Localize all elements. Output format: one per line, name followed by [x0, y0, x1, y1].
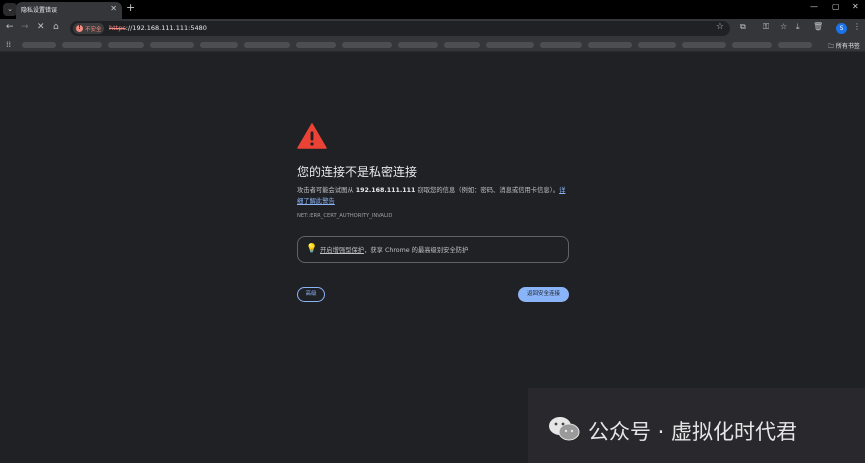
minimize-button[interactable]: —	[810, 2, 818, 11]
error-code: NET::ERR_CERT_AUTHORITY_INVALID	[297, 213, 393, 219]
bookmark-item[interactable]	[108, 42, 144, 48]
password-key-icon[interactable]: ⚿	[763, 22, 769, 32]
bookmark-item[interactable]	[244, 42, 290, 48]
enhanced-protection-text: 开启增强型保护，获享 Chrome 的最高级别安全防护	[320, 245, 468, 254]
menu-icon[interactable]: ⋮	[853, 22, 861, 31]
forward-icon[interactable]: →	[21, 22, 29, 32]
error-heading: 您的连接不是私密连接	[297, 165, 418, 179]
advanced-button[interactable]: 高级	[297, 287, 325, 302]
delete-icon[interactable]: 🗑	[813, 22, 823, 31]
maximize-button[interactable]: ▢	[832, 2, 840, 11]
tab-search-button[interactable]: ⌄	[3, 3, 17, 16]
download-icon[interactable]: ⤓	[796, 22, 800, 32]
bookmark-item[interactable]	[398, 42, 438, 48]
bookmark-item[interactable]	[778, 42, 812, 48]
bookmark-item[interactable]	[682, 42, 726, 48]
toolbar: ← → ✕ ⌂ ! 不安全 https://192.168.111.111:54…	[0, 19, 865, 38]
watermark-text: 公众号 · 虚拟化时代君	[588, 420, 798, 444]
desc-host: 192.168.111.111	[355, 187, 416, 194]
bookmark-item[interactable]	[200, 42, 238, 48]
url-host: ://192.168.111.111:5480	[125, 24, 207, 32]
lightbulb-icon: 💡	[306, 244, 318, 254]
apps-icon[interactable]: ⁞⁞	[6, 40, 11, 49]
bookmark-star-icon[interactable]: ☆	[716, 22, 724, 32]
bookmark-item[interactable]	[22, 42, 56, 48]
tab-active[interactable]: 隐私设置错误 ✕	[16, 2, 122, 19]
bookmark-item[interactable]	[588, 42, 632, 48]
wechat-logo-icon	[549, 417, 580, 441]
bookmark-item[interactable]	[486, 42, 534, 48]
warning-triangle-icon	[297, 123, 327, 149]
tab-strip: ⌄ 隐私设置错误 ✕ + — ▢ ✕	[0, 0, 865, 19]
extensions-icon[interactable]: ⧉	[740, 22, 746, 32]
tab-close-icon[interactable]: ✕	[110, 4, 117, 13]
url-scheme: https	[109, 24, 126, 32]
bookmark-item[interactable]	[342, 42, 392, 48]
bookmark-item[interactable]	[638, 42, 676, 48]
watermark: 公众号 · 虚拟化时代君	[528, 388, 865, 463]
security-chip-label: 不安全	[85, 27, 102, 33]
address-bar[interactable]: ! 不安全 https://192.168.111.111:5480 ☆	[70, 21, 730, 36]
profile-avatar[interactable]: S	[836, 23, 847, 34]
browser-window: ⌄ 隐私设置错误 ✕ + — ▢ ✕ ← → ✕ ⌂ ! 不安全 https:/…	[0, 0, 865, 463]
back-icon[interactable]: ←	[6, 22, 14, 32]
enhanced-protection-suffix: ，获享 Chrome 的最高级别安全防护	[364, 247, 469, 254]
bookmark-item[interactable]	[732, 42, 772, 48]
bookmark-item[interactable]	[444, 42, 480, 48]
error-description: 攻击者可能会试图从 192.168.111.111 窃取您的信息（例如：密码、消…	[297, 185, 567, 207]
url-text[interactable]: https://192.168.111.111:5480	[109, 24, 207, 32]
folder-icon: 🗀	[828, 43, 836, 50]
enhanced-protection-link[interactable]: 开启增强型保护	[320, 247, 364, 254]
bookmarks-bar: ⁞⁞ 🗀 所有书签	[0, 38, 865, 52]
security-chip[interactable]: ! 不安全	[73, 23, 104, 34]
bookmark-star-icon[interactable]: ☆	[780, 22, 787, 31]
tab-title: 隐私设置错误	[21, 7, 58, 14]
enhanced-protection-box: 💡 开启增强型保护，获享 Chrome 的最高级别安全防护	[297, 236, 569, 263]
all-bookmarks-button[interactable]: 🗀 所有书签	[828, 41, 860, 52]
warning-icon: !	[76, 25, 83, 32]
bookmark-item[interactable]	[540, 42, 582, 48]
bookmark-item[interactable]	[62, 42, 102, 48]
window-close-button[interactable]: ✕	[852, 2, 859, 11]
stop-icon[interactable]: ✕	[37, 22, 45, 32]
back-to-safety-button[interactable]: 返回安全连接	[518, 287, 569, 302]
bookmark-item[interactable]	[296, 42, 336, 48]
new-tab-button[interactable]: +	[126, 1, 135, 14]
bookmark-item[interactable]	[150, 42, 194, 48]
desc-pre: 攻击者可能会试图从	[297, 187, 356, 194]
home-icon[interactable]: ⌂	[53, 22, 59, 32]
all-bookmarks-label: 所有书签	[835, 43, 860, 50]
desc-post: 窃取您的信息（例如：密码、消息或信用卡信息）。	[415, 187, 560, 194]
